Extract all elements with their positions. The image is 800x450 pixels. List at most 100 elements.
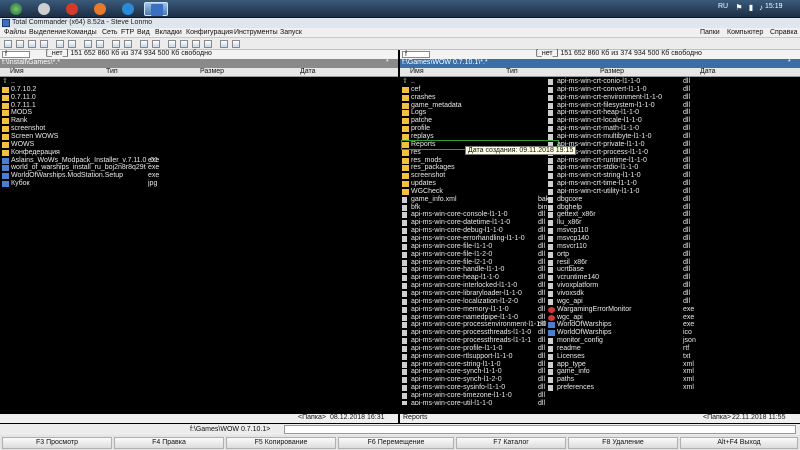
sync-icon[interactable] — [204, 40, 212, 48]
menu-ftp[interactable]: FTP — [121, 29, 134, 36]
folder-row[interactable]: patche — [402, 117, 558, 125]
file-row[interactable]: api-ms-win-core-util-l1-1-0 dll — [402, 400, 558, 405]
file-row[interactable]: Aslains_WoWs_Modpack_Installer_v.7.11.0_… — [2, 157, 168, 165]
file-row[interactable]: game_info xml — [548, 368, 703, 376]
menu-tabs[interactable]: Вкладки — [155, 29, 182, 36]
file-row[interactable]: api-ms-win-core-handle-l1-1-0 dll — [402, 266, 558, 274]
file-row[interactable]: WorldOfWarships exe — [548, 321, 703, 329]
folder-row[interactable]: updates — [402, 180, 558, 188]
file-row[interactable]: api-ms-win-core-synch-l1-2-0 dll — [402, 376, 558, 384]
menu-tools[interactable]: Инструменты — [234, 29, 278, 36]
folder-row[interactable]: MODS — [2, 109, 168, 117]
ftp-connect-icon[interactable] — [140, 40, 148, 48]
f6-move-button[interactable]: F6 Перемещение — [338, 437, 454, 449]
folder-row[interactable]: game_metadata — [402, 102, 558, 110]
multi-rename-icon[interactable] — [180, 40, 188, 48]
file-row[interactable]: msvcr110 dll — [548, 243, 703, 251]
file-row[interactable]: game_info.xml bak — [402, 196, 558, 204]
folder-row[interactable]: Screen WOWS — [2, 133, 168, 141]
file-row[interactable]: api-ms-win-core-processenvironment-l1-1-… — [402, 321, 558, 329]
folder-row[interactable]: res_packages — [402, 164, 558, 172]
file-row[interactable]: api-ms-win-crt-math-l1-1-0 dll — [548, 125, 703, 133]
file-row[interactable]: WorldOfWarships ico — [548, 329, 703, 337]
file-row[interactable]: api-ms-win-crt-filesystem-l1-1-0 dll — [548, 102, 703, 110]
file-row[interactable]: api-ms-win-core-memory-l1-1-0 dll — [402, 306, 558, 314]
file-row[interactable]: gettext_x86r dll — [548, 211, 703, 219]
taskbar-app-button[interactable] — [60, 2, 84, 16]
tree-view-icon[interactable] — [40, 40, 48, 48]
folder-row[interactable]: Конфедерация — [2, 149, 168, 157]
file-row[interactable]: resil_x86r dll — [548, 259, 703, 267]
menu-commands[interactable]: Команды — [67, 29, 97, 36]
file-row[interactable]: api-ms-win-crt-environment-l1-1-0 dll — [548, 94, 703, 102]
folder-row[interactable]: replays — [402, 133, 558, 141]
folder-row[interactable]: Rank — [2, 117, 168, 125]
file-row[interactable]: api-ms-win-crt-multibyte-l1-1-0 dll — [548, 133, 703, 141]
left-col-size[interactable]: Размер — [200, 68, 224, 75]
file-row[interactable]: api-ms-win-core-file-l1-1-0 dll — [402, 243, 558, 251]
file-row[interactable]: api-ms-win-core-sysinfo-l1-1-0 dll — [402, 384, 558, 392]
file-row[interactable]: bfk bin — [402, 204, 558, 212]
taskbar-app-button[interactable] — [116, 2, 140, 16]
file-row[interactable]: world_of_warships_install_ru_boj2n8r8q29… — [2, 164, 168, 172]
alt-f4-exit-button[interactable]: Alt+F4 Выход — [680, 437, 798, 449]
folder-row[interactable]: screenshot — [402, 172, 558, 180]
file-row[interactable]: dbgcore dll — [548, 196, 703, 204]
folder-row[interactable]: ⇧.. — [2, 78, 168, 86]
folder-row[interactable]: 0.7.10.2 — [2, 86, 168, 94]
unselect-icon[interactable] — [68, 40, 76, 48]
pack-icon[interactable] — [84, 40, 92, 48]
folder-row[interactable]: 0.7.11.0 — [2, 94, 168, 102]
file-row[interactable]: api-ms-win-core-rtlsupport-l1-1-0 dll — [402, 353, 558, 361]
f5-copy-button[interactable]: F5 Копирование — [226, 437, 336, 449]
file-row[interactable]: WorldOfWarships.ModStation.Setup exe — [2, 172, 168, 180]
file-row[interactable]: api-ms-win-core-processthreads-l1-1-0 dll — [402, 329, 558, 337]
left-col-date[interactable]: Дата — [300, 68, 316, 75]
detailed-view-icon[interactable] — [28, 40, 36, 48]
help-icon[interactable] — [232, 40, 240, 48]
file-row[interactable]: api-ms-win-core-file-l2-1-0 dll — [402, 259, 558, 267]
menu-folders[interactable]: Папки — [700, 29, 720, 36]
file-row[interactable]: wgc_api dll — [548, 298, 703, 306]
file-row[interactable]: wgc_api exe — [548, 314, 703, 322]
left-drive-select[interactable]: f — [2, 51, 30, 58]
ftp-new-icon[interactable] — [152, 40, 160, 48]
file-row[interactable]: api-ms-win-core-namedpipe-l1-1-0 dll — [402, 314, 558, 322]
tray-flag-icon[interactable]: ⚑ — [734, 3, 744, 13]
file-row[interactable]: api-ms-win-core-console-l1-1-0 dll — [402, 211, 558, 219]
back-icon[interactable] — [112, 40, 120, 48]
brief-view-icon[interactable] — [16, 40, 24, 48]
file-row[interactable]: api-ms-win-core-processthreads-l1-1-1 dll — [402, 337, 558, 345]
forward-icon[interactable] — [124, 40, 132, 48]
search-icon[interactable] — [168, 40, 176, 48]
file-row[interactable]: api-ms-win-core-debug-l1-1-0 dll — [402, 227, 558, 235]
file-row[interactable]: api-ms-win-crt-runtime-l1-1-0 dll — [548, 157, 703, 165]
command-line-input[interactable] — [284, 425, 796, 434]
left-col-type[interactable]: Тип — [106, 68, 118, 75]
folder-row[interactable]: 0.7.11.1 — [2, 102, 168, 110]
left-history-button[interactable]: * — [386, 59, 389, 66]
right-file-panel[interactable]: ⇧.. cef crashes game_metadata Logs patche prof… — [400, 77, 800, 405]
file-row[interactable]: readme rtf — [548, 345, 703, 353]
refresh-icon[interactable] — [4, 40, 12, 48]
taskbar-app-button-total-commander[interactable] — [144, 2, 168, 16]
start-button[interactable] — [4, 2, 28, 16]
file-row[interactable]: vivoxplatform dll — [548, 282, 703, 290]
compare-icon[interactable] — [192, 40, 200, 48]
file-row[interactable]: api-ms-win-core-heap-l1-1-0 dll — [402, 274, 558, 282]
tray-language[interactable]: RU — [718, 3, 728, 10]
file-row[interactable]: api-ms-win-crt-stdio-l1-1-0 dll — [548, 164, 703, 172]
folder-row[interactable]: profile — [402, 125, 558, 133]
right-col-name[interactable]: Имя — [410, 68, 424, 75]
file-row[interactable]: api-ms-win-core-profile-l1-1-0 dll — [402, 345, 558, 353]
folder-row[interactable]: ⇧.. — [402, 78, 558, 86]
file-row[interactable]: api-ms-win-crt-conio-l1-1-0 dll — [548, 78, 703, 86]
folder-row[interactable]: res_mods — [402, 157, 558, 165]
right-col-size[interactable]: Размер — [600, 68, 624, 75]
right-col-type[interactable]: Тип — [506, 68, 518, 75]
file-row[interactable]: api-ms-win-crt-heap-l1-1-0 dll — [548, 109, 703, 117]
file-row[interactable]: api-ms-win-core-string-l1-1-0 dll — [402, 361, 558, 369]
file-row[interactable]: ortp dll — [548, 251, 703, 259]
file-row[interactable]: ucrtbase dll — [548, 266, 703, 274]
file-row[interactable]: msvcp140 dll — [548, 235, 703, 243]
